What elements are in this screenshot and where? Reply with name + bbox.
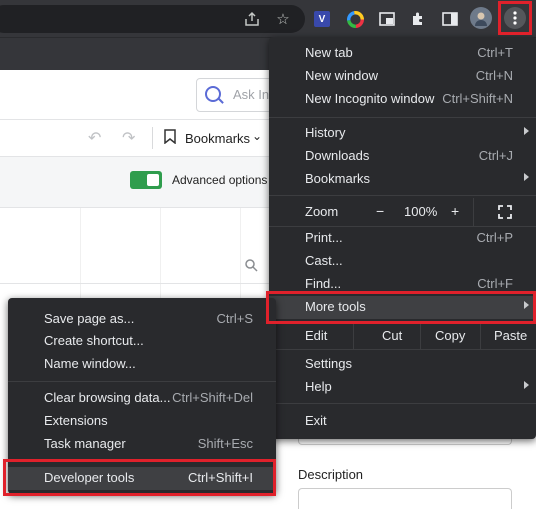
description-label: Description [298, 467, 364, 482]
divider [353, 323, 354, 349]
advanced-options-label: Advanced options [172, 173, 268, 187]
divider [420, 323, 421, 349]
zoom-in-button[interactable]: + [451, 203, 459, 219]
menu-separator [8, 381, 276, 382]
grid-line [80, 208, 81, 298]
chevron-down-icon[interactable]: ⌄ [252, 129, 262, 143]
submenu-arrow-icon [524, 127, 529, 135]
copy-button[interactable]: Copy [435, 328, 465, 343]
menu-separator [269, 349, 536, 350]
kebab-menu-icon[interactable] [504, 7, 526, 29]
sidepanel-icon[interactable] [440, 9, 460, 29]
menu-item-help[interactable]: Help [269, 376, 536, 399]
edit-row: Edit Cut Copy Paste [269, 323, 536, 349]
menu-item-more-tools[interactable]: More tools [269, 296, 536, 319]
color-wheel-icon[interactable] [345, 9, 365, 29]
menu-separator [269, 403, 536, 404]
grid-line [160, 208, 161, 298]
menu-item-history[interactable]: History [269, 122, 536, 145]
menu-item-settings[interactable]: Settings [269, 353, 536, 376]
divider [0, 207, 270, 208]
puzzle-icon[interactable] [408, 9, 428, 29]
menu-item-developer-tools[interactable]: Developer tools Ctrl+Shift+I [8, 467, 276, 490]
star-icon[interactable]: ☆ [273, 9, 293, 29]
zoom-row: Zoom − 100% + [269, 198, 536, 226]
description-field[interactable] [298, 488, 512, 509]
bookmark-icon [164, 129, 176, 149]
menu-item-save-page-as[interactable]: Save page as... Ctrl+S [8, 308, 276, 331]
divider [0, 119, 270, 120]
menu-item-extensions[interactable]: Extensions [8, 410, 276, 433]
menu-item-new-window[interactable]: New window Ctrl+N [269, 65, 536, 88]
share-icon[interactable] [242, 9, 262, 29]
menu-item-create-shortcut[interactable]: Create shortcut... [8, 330, 276, 353]
cut-button[interactable]: Cut [382, 328, 402, 343]
divider [480, 323, 481, 349]
chrome-main-menu: New tab Ctrl+T New window Ctrl+N New Incog… [269, 37, 536, 439]
redo-icon[interactable]: ↷ [122, 128, 135, 148]
menu-separator [8, 460, 276, 461]
submenu-arrow-icon [524, 301, 529, 309]
fullscreen-icon[interactable] [498, 205, 512, 222]
menu-item-clear-browsing-data[interactable]: Clear browsing data... Ctrl+Shift+Del [8, 387, 276, 410]
zoom-out-button[interactable]: − [376, 203, 384, 219]
menu-item-new-incognito-window[interactable]: New Incognito window Ctrl+Shift+N [269, 88, 536, 111]
search-icon [205, 86, 221, 102]
menu-separator [269, 117, 536, 118]
grid-line [240, 208, 241, 298]
menu-item-task-manager[interactable]: Task manager Shift+Esc [8, 433, 276, 456]
submenu-arrow-icon [524, 173, 529, 181]
divider [473, 198, 474, 226]
menu-item-print[interactable]: Print... Ctrl+P [269, 227, 536, 250]
browser-toolbar: ☆ V [0, 0, 536, 37]
window-icon[interactable] [377, 9, 397, 29]
advanced-options-toggle[interactable] [130, 171, 162, 189]
profile-avatar[interactable] [470, 7, 492, 29]
divider [0, 283, 270, 284]
menu-item-new-tab[interactable]: New tab Ctrl+T [269, 42, 536, 65]
search-icon[interactable] [245, 259, 258, 277]
menu-item-cast[interactable]: Cast... [269, 250, 536, 273]
submenu-arrow-icon [524, 381, 529, 389]
menu-item-name-window[interactable]: Name window... [8, 353, 276, 376]
menu-separator [269, 195, 536, 196]
bookmarks-button[interactable]: Bookmarks [185, 131, 250, 146]
menu-item-bookmarks[interactable]: Bookmarks [269, 168, 536, 191]
undo-icon[interactable]: ↶ [88, 128, 101, 148]
more-tools-submenu: Save page as... Ctrl+S Create shortcut...… [8, 298, 276, 494]
menu-item-find[interactable]: Find... Ctrl+F [269, 273, 536, 296]
extension-icon[interactable]: V [314, 11, 330, 27]
zoom-level: 100% [404, 204, 438, 219]
menu-item-exit[interactable]: Exit [269, 410, 536, 433]
menu-item-downloads[interactable]: Downloads Ctrl+J [269, 145, 536, 168]
paste-button[interactable]: Paste [494, 328, 527, 343]
divider [152, 127, 153, 149]
